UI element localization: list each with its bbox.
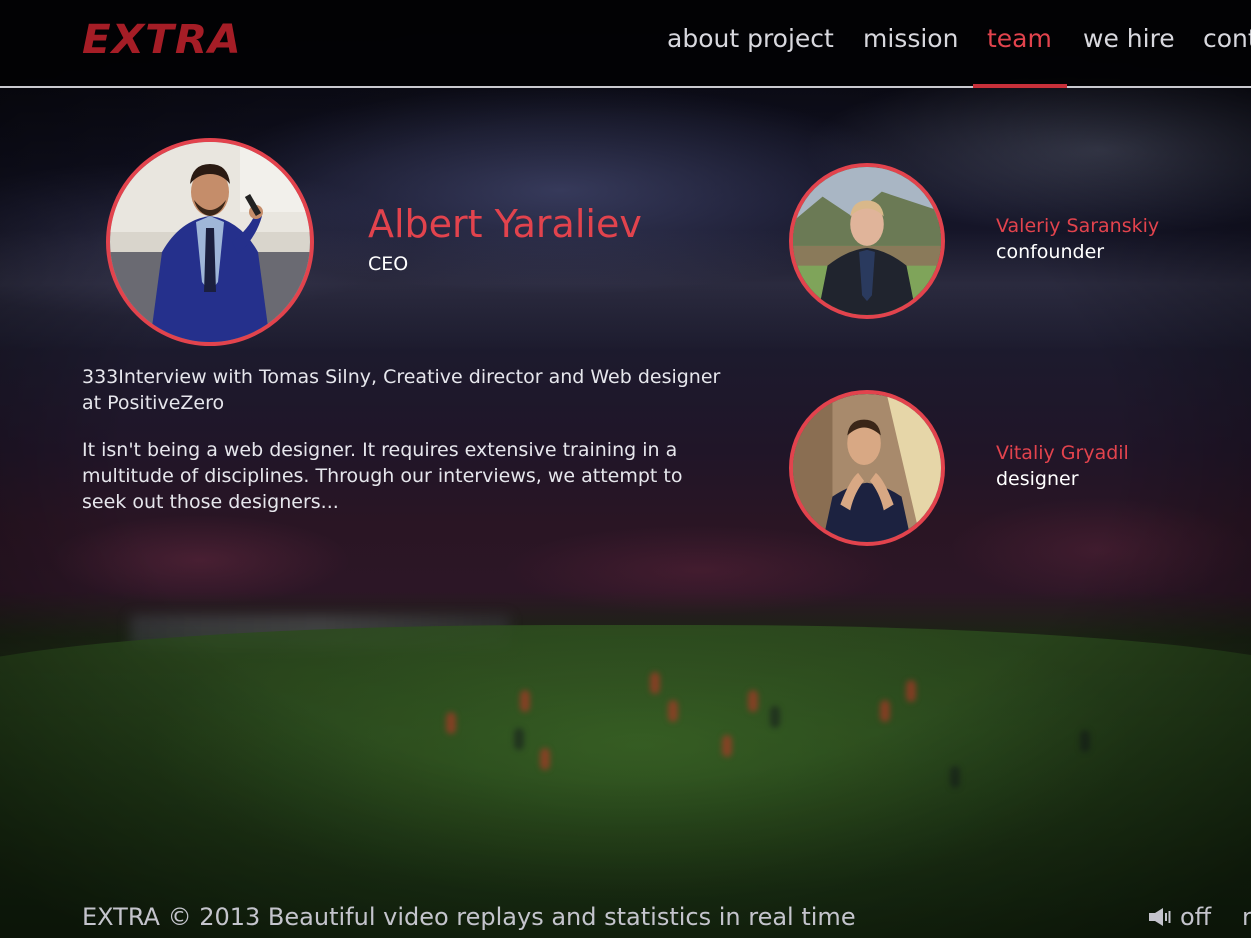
nav-item-team[interactable]: team bbox=[987, 22, 1052, 56]
member-avatar-vitaliy bbox=[789, 390, 945, 546]
site-logo[interactable]: EXTRA bbox=[82, 18, 242, 62]
site-header: EXTRA about project mission team we hire… bbox=[0, 0, 1251, 88]
nav-item-we-hire[interactable]: we hire bbox=[1083, 22, 1175, 56]
member-name: Valeriy Saranskiy bbox=[996, 215, 1160, 237]
member-photo bbox=[793, 394, 941, 542]
member-photo bbox=[793, 167, 941, 315]
member-role: confounder bbox=[996, 241, 1105, 263]
interview-intro: 333Interview with Tomas Silny, Creative … bbox=[82, 366, 721, 414]
nav-item-contacts[interactable]: cont bbox=[1203, 22, 1251, 56]
member-role: designer bbox=[996, 468, 1079, 490]
footer-clipped-item[interactable]: r bbox=[1242, 900, 1251, 934]
sound-toggle-button[interactable]: off bbox=[1148, 900, 1211, 934]
team-description: It isn't being a web designer. It requir… bbox=[82, 439, 683, 513]
ceo-role: CEO bbox=[368, 253, 409, 275]
sound-label: off bbox=[1180, 903, 1212, 931]
nav-item-about-project[interactable]: about project bbox=[667, 22, 834, 56]
nav-active-indicator bbox=[973, 84, 1067, 88]
ceo-photo bbox=[110, 142, 310, 342]
member-avatar-valeriy bbox=[789, 163, 945, 319]
ceo-name: Albert Yaraliev bbox=[368, 202, 642, 246]
ceo-avatar bbox=[106, 138, 314, 346]
footer-copyright: EXTRA © 2013 Beautiful video replays and… bbox=[82, 903, 856, 931]
speaker-icon bbox=[1149, 908, 1171, 926]
member-name: Vitaliy Gryadil bbox=[996, 442, 1129, 464]
nav-item-mission[interactable]: mission bbox=[863, 22, 958, 56]
